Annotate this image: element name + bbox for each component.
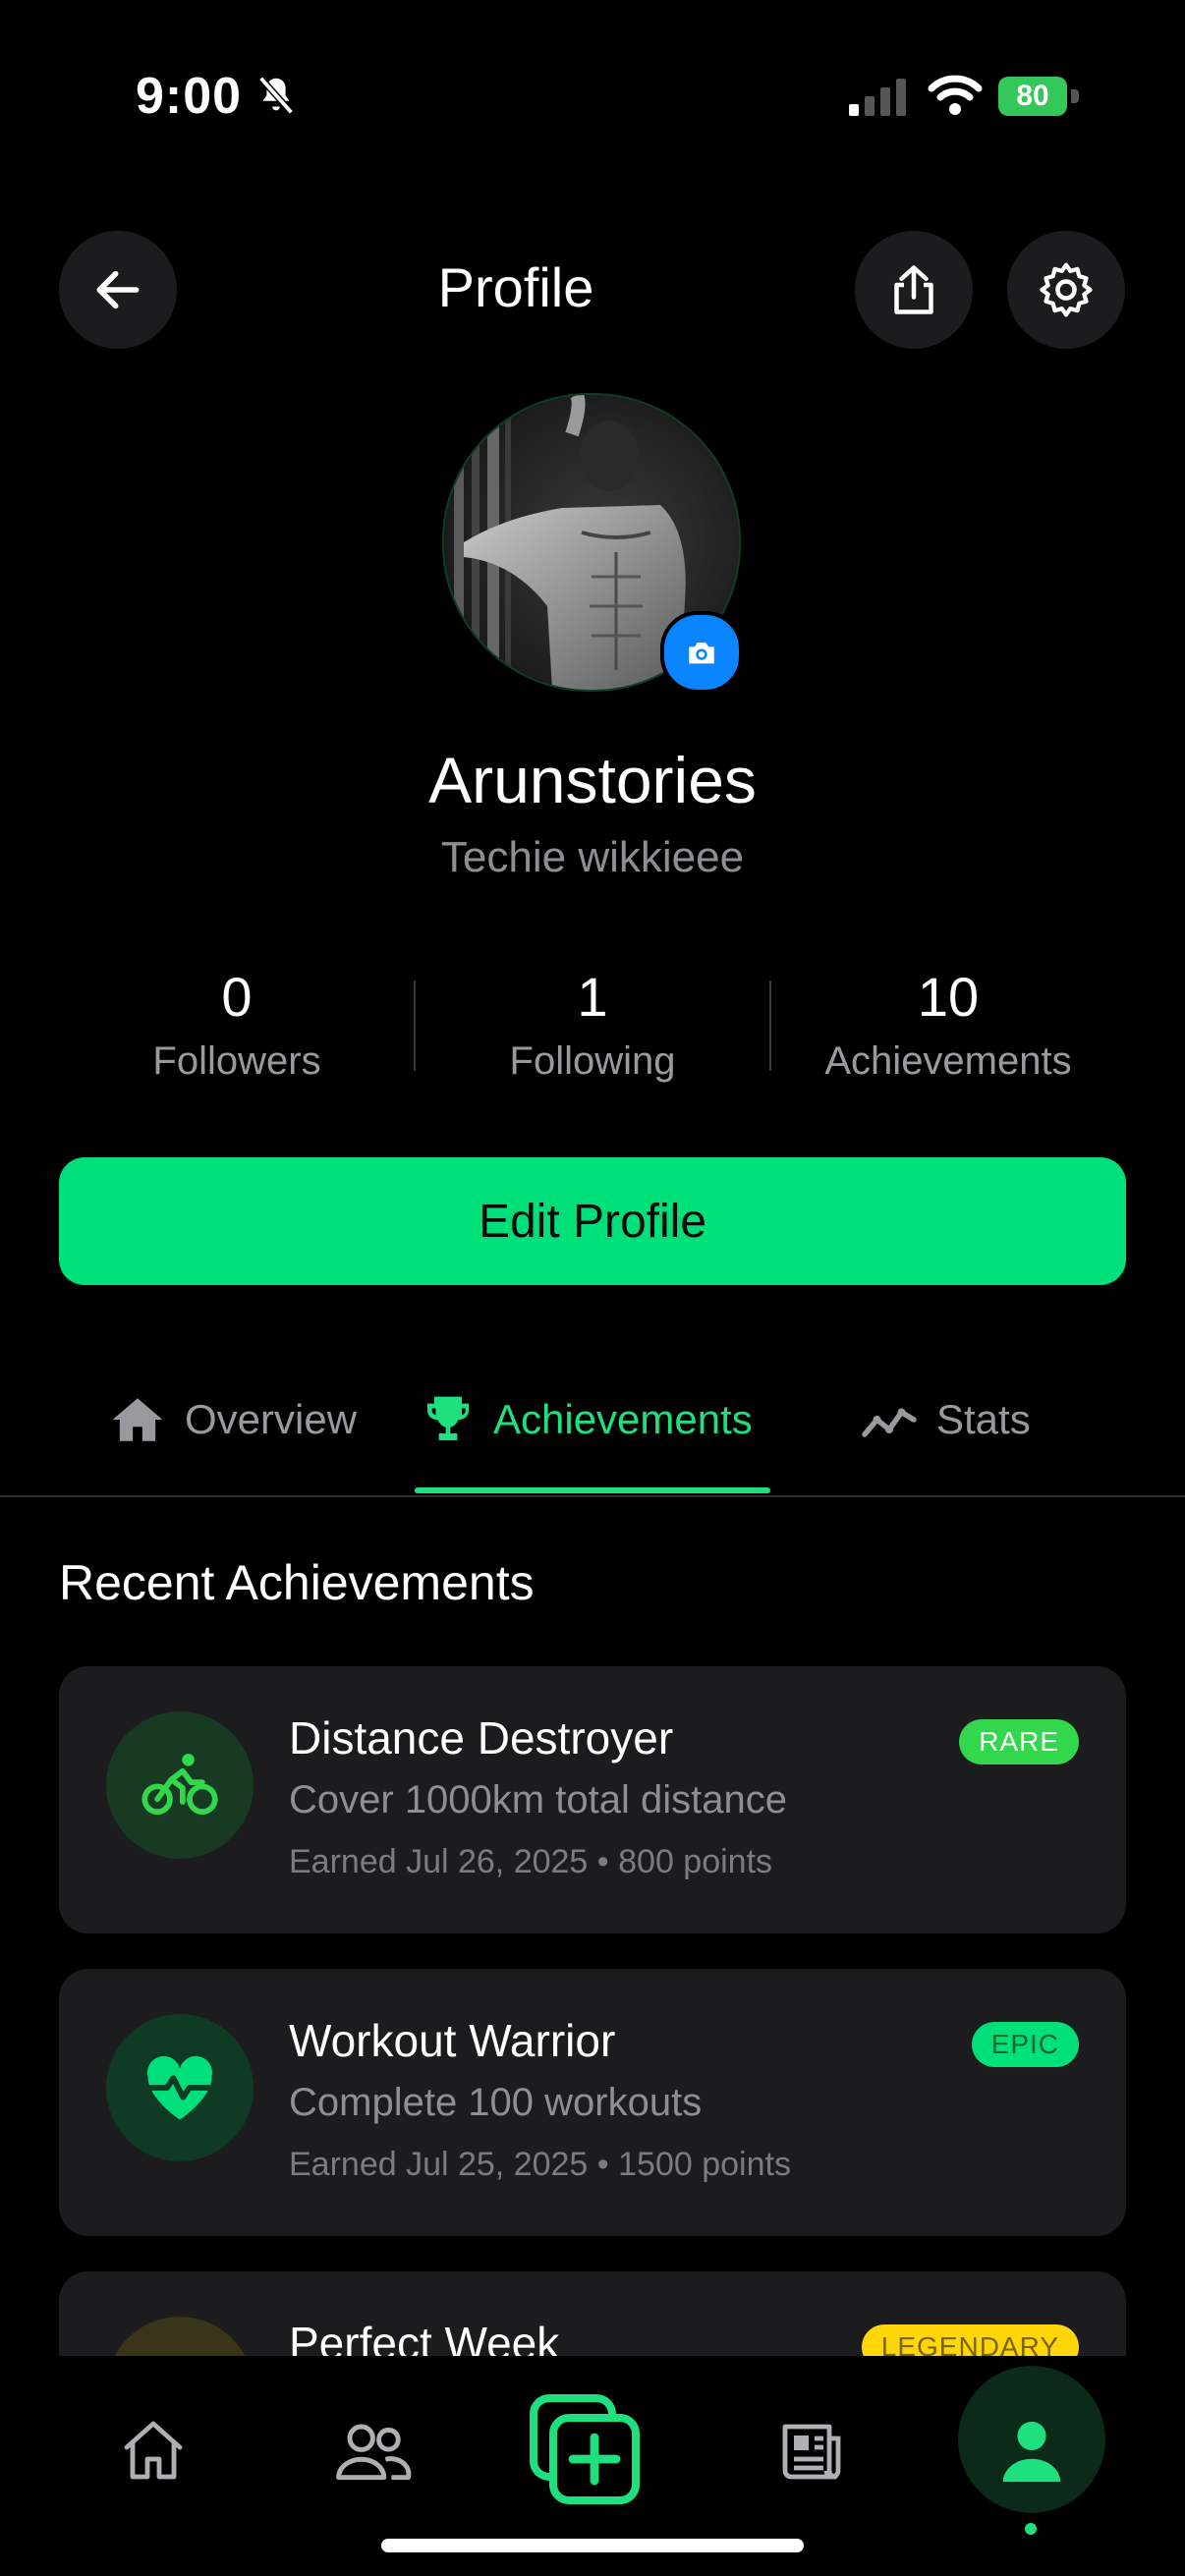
- nav-add[interactable]: [521, 2385, 649, 2513]
- bio: Techie wikkieee: [440, 833, 745, 881]
- tab-label: Overview: [185, 1396, 358, 1442]
- tab-overview[interactable]: Overview: [108, 1385, 357, 1454]
- achievement-card[interactable]: Distance Destroyer Cover 1000km total di…: [59, 1666, 1126, 1933]
- achievement-icon: [106, 1711, 254, 1859]
- status-time: 9:00: [136, 68, 243, 125]
- trophy-icon: [427, 1396, 469, 1440]
- profile-screen: 9:00 80 Profile Arunstories Techie wikki…: [0, 0, 1185, 2576]
- home-icon: [124, 2421, 183, 2480]
- change-photo-button[interactable]: [660, 611, 743, 694]
- settings-button[interactable]: [1007, 231, 1125, 349]
- people-icon: [336, 2424, 412, 2481]
- share-icon: [894, 265, 933, 314]
- wifi-icon: [928, 75, 983, 115]
- camera-icon: [689, 643, 714, 664]
- achievement-description: Complete 100 workouts: [289, 2081, 703, 2124]
- news-icon: [782, 2424, 841, 2480]
- tab-achievements[interactable]: Achievements: [421, 1385, 753, 1454]
- trend-icon: [862, 1408, 917, 1437]
- achievement-card[interactable]: Workout Warrior Complete 100 workouts Ea…: [59, 1969, 1126, 2236]
- active-tab-indicator: [415, 1487, 770, 1493]
- nav-community[interactable]: [314, 2391, 432, 2509]
- stat-achievements[interactable]: 10 Achievements: [770, 963, 1126, 1091]
- stat-value: 1: [577, 966, 608, 1028]
- username: Arunstories: [428, 744, 757, 816]
- achievement-title: Workout Warrior: [289, 2015, 616, 2066]
- stat-label: Followers: [152, 1039, 321, 1083]
- nav-home[interactable]: [94, 2391, 212, 2509]
- section-title: Recent Achievements: [59, 1555, 535, 1610]
- stat-value: 0: [221, 966, 253, 1028]
- achievement-meta: Earned Jul 25, 2025 • 1500 points: [289, 2146, 791, 2183]
- home-indicator: [381, 2539, 804, 2552]
- rarity-badge: EPIC: [971, 2022, 1079, 2067]
- tab-stats[interactable]: Stats: [860, 1385, 1031, 1454]
- bottom-navigation: [0, 2356, 1185, 2576]
- achievement-title: Distance Destroyer: [289, 1712, 674, 1764]
- tab-label: Achievements: [493, 1396, 753, 1442]
- profile-tabs: Overview Achievements Stats: [0, 1356, 1185, 1497]
- avatar-container: [442, 393, 743, 694]
- edit-profile-button[interactable]: Edit Profile: [59, 1157, 1126, 1285]
- active-nav-dot: [1025, 2523, 1037, 2535]
- share-button[interactable]: [855, 231, 973, 349]
- signal-icon: [849, 79, 906, 116]
- profile-stats: 0 Followers 1 Following 10 Achievements: [59, 963, 1126, 1091]
- stat-value: 10: [917, 966, 980, 1028]
- add-icon: [530, 2394, 640, 2504]
- stat-label: Following: [509, 1039, 676, 1083]
- home-icon: [112, 1398, 163, 1441]
- achievement-icon: [106, 2014, 254, 2161]
- stat-following[interactable]: 1 Following: [415, 963, 770, 1091]
- tab-label: Stats: [936, 1396, 1031, 1442]
- heart-pulse-icon: [147, 2055, 213, 2120]
- battery-indicator: 80: [998, 77, 1083, 116]
- stat-label: Achievements: [824, 1039, 1072, 1083]
- battery-level: 80: [1016, 80, 1049, 112]
- status-bar: 9:00 80: [0, 0, 1185, 147]
- profile-icon: [1002, 2421, 1061, 2483]
- bell-off-icon: [258, 76, 294, 115]
- gear-icon: [1040, 262, 1093, 317]
- rarity-badge: RARE: [959, 1719, 1079, 1764]
- bike-icon: [141, 1754, 218, 1816]
- achievement-meta: Earned Jul 26, 2025 • 800 points: [289, 1843, 773, 1880]
- nav-profile[interactable]: [973, 2391, 1091, 2509]
- stat-followers[interactable]: 0 Followers: [59, 963, 415, 1091]
- achievement-description: Cover 1000km total distance: [289, 1778, 787, 1821]
- header: Profile: [0, 226, 1185, 354]
- nav-news[interactable]: [753, 2391, 871, 2509]
